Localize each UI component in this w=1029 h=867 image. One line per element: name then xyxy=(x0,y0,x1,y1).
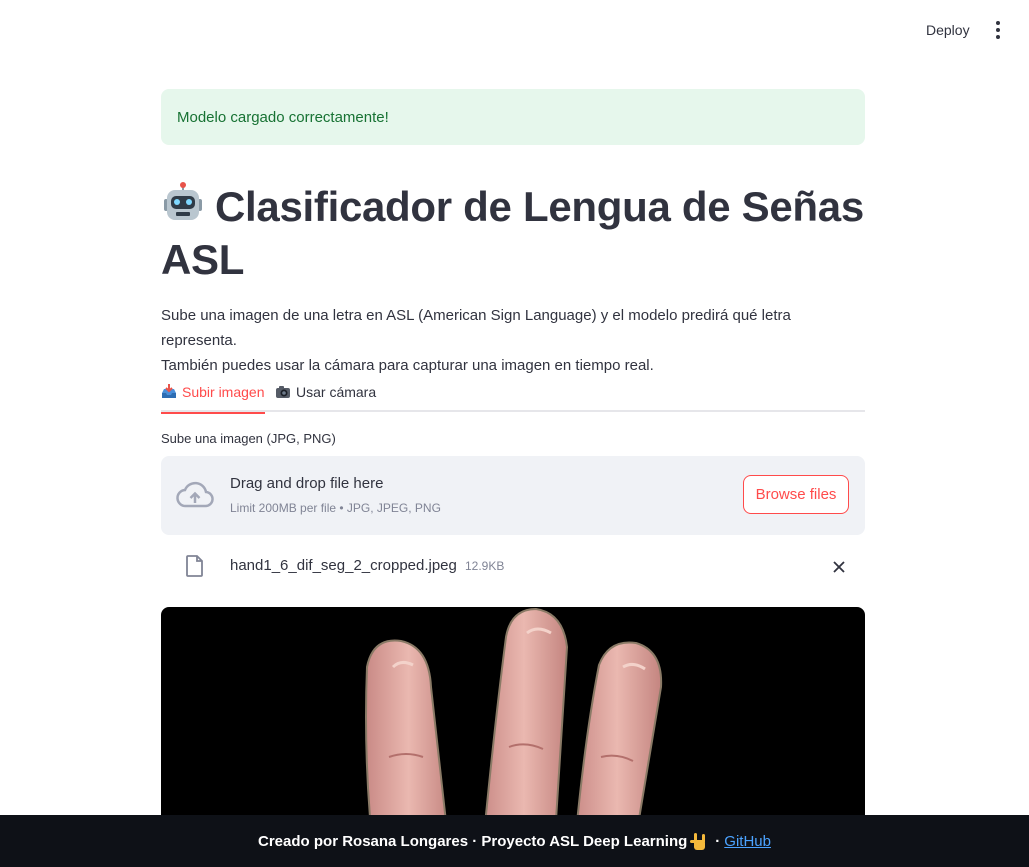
description-line-1: Sube una imagen de una letra en ASL (Ame… xyxy=(161,307,791,349)
inbox-tray-icon xyxy=(162,384,176,398)
tab-bar: Subir imagen Usar cámara xyxy=(161,372,865,414)
tab-subir-imagen[interactable]: Subir imagen xyxy=(161,372,265,414)
tab-usar-camara-label: Usar cámara xyxy=(296,384,377,400)
footer-separator: · xyxy=(715,832,721,850)
browse-files-button[interactable]: Browse files xyxy=(743,475,849,514)
file-icon xyxy=(186,555,203,577)
close-icon[interactable] xyxy=(829,557,849,577)
dropzone-subtitle: Limit 200MB per file • JPG, JPEG, PNG xyxy=(230,501,441,515)
cloud-upload-icon xyxy=(176,481,214,508)
top-toolbar: Deploy xyxy=(0,0,1029,60)
camera-icon xyxy=(276,386,290,398)
footer: Creado por Rosana Longares · Proyecto AS… xyxy=(0,815,1029,867)
kebab-menu-icon[interactable] xyxy=(988,19,1008,41)
success-alert: Modelo cargado correctamente! xyxy=(161,89,865,145)
footer-text: Creado por Rosana Longares · Proyecto AS… xyxy=(258,832,688,850)
sign-of-horns-icon xyxy=(690,833,706,850)
github-link[interactable]: GitHub xyxy=(724,833,771,850)
dropzone-title: Drag and drop file here xyxy=(230,475,384,492)
page-title: Clasificador de Lengua de Señas ASL xyxy=(161,180,865,286)
tab-usar-camara[interactable]: Usar cámara xyxy=(275,372,376,412)
uploaded-file-row: hand1_6_dif_seg_2_cropped.jpeg 12.9KB xyxy=(161,548,865,586)
deploy-button[interactable]: Deploy xyxy=(920,20,976,40)
file-dropzone[interactable]: Drag and drop file here Limit 200MB per … xyxy=(161,456,865,535)
uploader-label: Sube una imagen (JPG, PNG) xyxy=(161,431,336,446)
tab-subir-imagen-label: Subir imagen xyxy=(182,384,265,400)
file-name: hand1_6_dif_seg_2_cropped.jpeg xyxy=(230,557,457,574)
success-alert-text: Modelo cargado correctamente! xyxy=(177,108,389,126)
page-description: Sube una imagen de una letra en ASL (Ame… xyxy=(161,303,865,378)
title-line-1: Clasificador de Lengua de Señas xyxy=(215,183,864,230)
robot-icon xyxy=(164,182,202,220)
title-line-2: ASL xyxy=(161,236,245,283)
file-size: 12.9KB xyxy=(465,559,505,573)
